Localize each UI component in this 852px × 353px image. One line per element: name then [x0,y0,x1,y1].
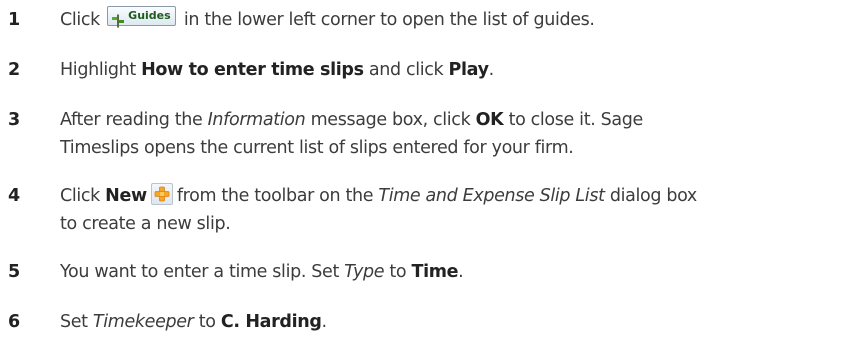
step-text-part: Click [60,186,100,206]
step-text-part: dialog box [609,186,697,206]
step-number: 3 [8,110,21,130]
step-number: 5 [8,262,21,282]
play-label: Play [448,60,489,80]
new-label: New [105,186,147,206]
step-text-line2: Timeslips opens the current list of slip… [60,138,574,158]
step-text-part: . [488,60,495,80]
step-text: Click Guides in the lower left corner to… [60,6,850,34]
step-text-part: to [198,312,216,332]
information-term: Information [207,110,306,130]
step-text: You want to enter a time slip. Set Type … [60,258,850,286]
guides-button[interactable]: Guides [107,6,176,28]
step-text-part: . [458,262,464,282]
guides-button-label: Guides [128,9,171,22]
step-text-part: Highlight [60,60,136,80]
step-text-part: After reading the [60,110,203,130]
step-text: After reading the Information message bo… [60,106,850,162]
step-text-part: and click [368,60,444,80]
step-text-part: . [321,312,328,332]
guides-icon [111,9,125,28]
step-number: 2 [8,60,21,80]
step-number: 4 [8,186,21,206]
step-text: Click New from the toolbar on the Time an… [60,182,850,238]
step-text-part: message box, click [310,110,471,130]
step-text-part: Click [60,10,100,30]
step-text-part: to [389,262,407,282]
type-field-name: Type [344,262,385,282]
timekeeper-field-name: Timekeeper [92,312,194,332]
guide-name: How to enter time slips [141,60,364,80]
timekeeper-value: C. Harding [220,312,322,332]
step-text-part: to close it. Sage [508,110,644,130]
step-text: Highlight How to enter time slips and cl… [60,56,850,84]
plus-icon[interactable] [150,183,173,205]
ok-label: OK [475,110,504,130]
step-text-part: in the lower left corner to open the lis… [183,10,595,30]
dialog-name: Time and Expense Slip List [378,186,605,206]
step-text-part: You want to enter a time slip. Set [60,262,339,282]
step-text: Set Timekeeper to C. Harding. [60,308,850,336]
step-text-part: Set [60,312,88,332]
step-number: 6 [8,312,21,332]
time-value: Time [411,262,459,282]
step-number: 1 [8,10,21,30]
step-text-part: from the toolbar on the [176,186,374,206]
step-text-line2: to create a new slip. [60,214,231,234]
